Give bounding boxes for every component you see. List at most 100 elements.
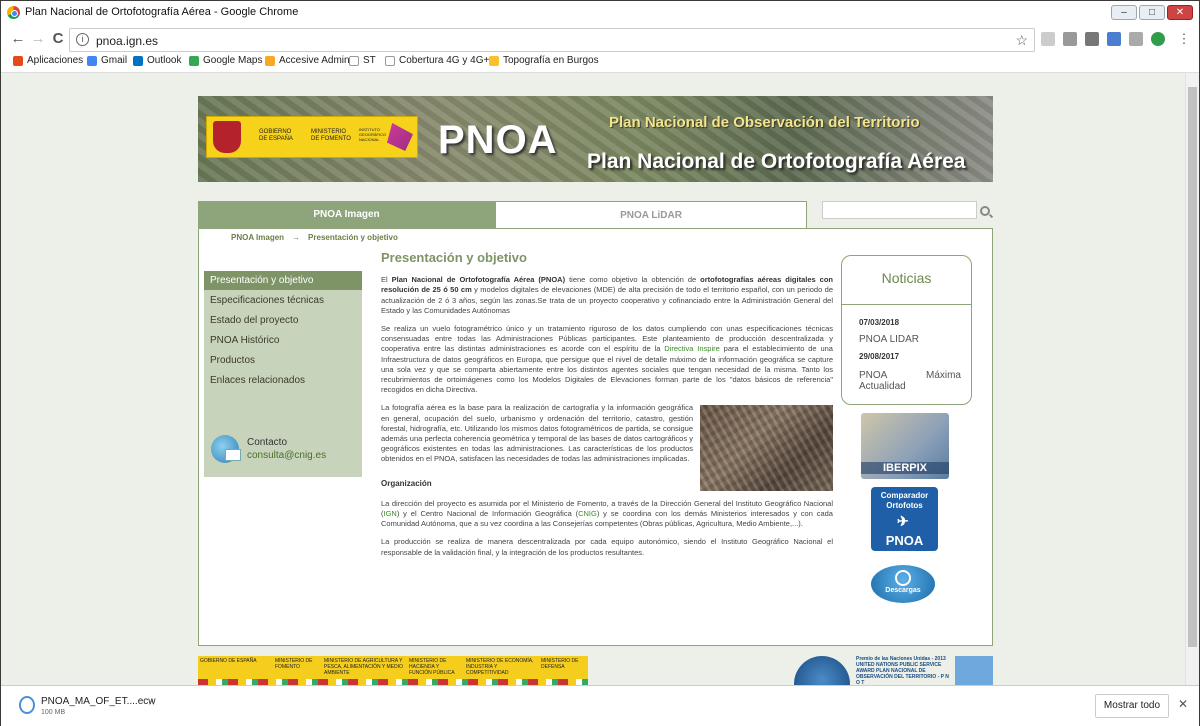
extension-icon[interactable] bbox=[1129, 32, 1143, 46]
ign-link[interactable]: IGN bbox=[384, 509, 397, 518]
footer-ministry-logos: GOBIERNO DE ESPAÑA MINISTERIO DE FOMENTO… bbox=[198, 656, 588, 685]
globe-icon bbox=[794, 656, 850, 685]
bookmark-star-icon[interactable]: ☆ bbox=[1015, 32, 1028, 49]
news-box: Noticias 07/03/2018 PNOA LIDAR 29/08/201… bbox=[841, 255, 972, 405]
breadcrumb-arrow-icon: → bbox=[292, 233, 301, 242]
banner-title: Plan Nacional de Ortofotografía Aérea bbox=[587, 150, 966, 173]
bookmark-gmail[interactable]: Gmail bbox=[87, 55, 127, 66]
sidebar-item-presentacion[interactable]: Presentación y objetivo bbox=[204, 271, 362, 290]
apps-icon bbox=[13, 55, 23, 66]
cnig-logo-icon bbox=[387, 123, 413, 151]
page-title: Presentación y objetivo bbox=[381, 250, 527, 265]
chrome-logo-icon bbox=[7, 6, 20, 19]
sidebar-item-estado[interactable]: Estado del proyecto bbox=[204, 311, 362, 330]
spain-coat-of-arms-icon bbox=[213, 121, 241, 153]
news-title: Noticias bbox=[881, 270, 932, 286]
bookmark-cobertura[interactable]: Cobertura 4G y 4G+... bbox=[385, 55, 498, 66]
extension-icon[interactable] bbox=[1041, 32, 1055, 46]
pnoa-logo: PNOA bbox=[438, 118, 558, 162]
download-file-icon bbox=[19, 696, 35, 714]
breadcrumb: PNOA Imagen → Presentación y objetivo bbox=[231, 233, 398, 242]
sidebar-item-enlaces[interactable]: Enlaces relacionados bbox=[204, 371, 362, 390]
cnig-link[interactable]: CNIG bbox=[578, 509, 597, 518]
gobierno-logo: GOBIERNO DE ESPAÑA MINISTERIO DE FOMENTO… bbox=[206, 116, 418, 158]
maps-icon bbox=[189, 55, 199, 66]
page-icon bbox=[385, 55, 395, 66]
breadcrumb-home[interactable]: PNOA Imagen bbox=[231, 233, 284, 242]
bookmark-accesive-admin[interactable]: Accesive Admin bbox=[265, 55, 350, 66]
maximize-button[interactable]: □ bbox=[1139, 5, 1165, 20]
globe-icon bbox=[895, 570, 911, 586]
comparador-ortofotos-banner[interactable]: Comparador Ortofotos ✈ PNOA bbox=[871, 487, 938, 551]
menu-icon[interactable]: ⋮ bbox=[1175, 30, 1193, 48]
outlook-icon bbox=[133, 55, 143, 66]
download-filename[interactable]: PNOA_MA_OF_ET....ecw bbox=[41, 696, 155, 707]
bookmarks-bar: Aplicaciones Gmail Outlook Google Maps A… bbox=[1, 55, 1199, 73]
banner-subtitle: Plan Nacional de Observación del Territo… bbox=[609, 114, 920, 131]
paragraph-intro: El Plan Nacional de Ortofotografía Aérea… bbox=[381, 275, 833, 315]
title-bar: Plan Nacional de Ortofotografía Aérea - … bbox=[1, 1, 1199, 25]
google-icon bbox=[87, 55, 97, 66]
admin-icon bbox=[265, 55, 275, 66]
bookmark-st[interactable]: ST bbox=[349, 55, 376, 66]
address-bar[interactable]: i pnoa.ign.es ☆ bbox=[69, 28, 1035, 52]
aerial-photo bbox=[700, 405, 833, 492]
browser-toolbar: ← → C i pnoa.ign.es ☆ ⋮ bbox=[1, 25, 1199, 55]
paragraph-inspire: Se realiza un vuelo fotogramétrico único… bbox=[381, 324, 833, 395]
download-size: 100 MB bbox=[41, 709, 66, 716]
news-item-maxima-actualidad[interactable]: PNOA Máxima Actualidad bbox=[859, 370, 961, 392]
un-logo-icon bbox=[955, 656, 993, 685]
info-icon[interactable]: i bbox=[76, 33, 89, 46]
main-content: Presentación y objetivo El Plan Nacional… bbox=[381, 250, 833, 566]
search-icon[interactable] bbox=[980, 206, 990, 216]
download-bar: PNOA_MA_OF_ET....ecw 100 MB ^ Mostrar to… bbox=[1, 685, 1199, 726]
descargas-button[interactable]: Descargas bbox=[871, 565, 935, 603]
paragraph-produccion: La producción se realiza de manera desce… bbox=[381, 537, 833, 557]
sidebar-item-productos[interactable]: Productos bbox=[204, 351, 362, 370]
window-title: Plan Nacional de Ortofotografía Aérea - … bbox=[25, 6, 299, 18]
un-award-badge: Premio de las Naciones Unidas - 2013 UNI… bbox=[794, 656, 994, 685]
reload-button[interactable]: C bbox=[49, 30, 67, 48]
airplane-icon: ✈ bbox=[897, 513, 909, 529]
sidebar-item-especificaciones[interactable]: Especificaciones técnicas bbox=[204, 291, 362, 310]
main-panel: PNOA Imagen → Presentación y objetivo Pr… bbox=[198, 228, 993, 646]
page-viewport: GOBIERNO DE ESPAÑA MINISTERIO DE FOMENTO… bbox=[1, 73, 1186, 685]
chevron-up-icon[interactable]: ^ bbox=[149, 699, 154, 711]
profile-extension-icon[interactable] bbox=[1151, 32, 1165, 46]
contact-label: Contacto bbox=[247, 437, 288, 448]
news-item-lidar[interactable]: PNOA LIDAR bbox=[859, 334, 961, 345]
search-input[interactable] bbox=[822, 201, 977, 219]
bookmark-google-maps[interactable]: Google Maps bbox=[189, 55, 262, 66]
breadcrumb-current[interactable]: Presentación y objetivo bbox=[308, 233, 398, 242]
camera-extension-icon[interactable] bbox=[1085, 32, 1099, 46]
tab-pnoa-lidar[interactable]: PNOA LiDAR bbox=[495, 201, 807, 228]
bookmark-topografia[interactable]: Topografía en Burgos bbox=[489, 55, 599, 66]
sidebar: Presentación y objetivo Especificaciones… bbox=[204, 271, 362, 477]
close-window-button[interactable]: ✕ bbox=[1167, 5, 1193, 20]
url-text[interactable]: pnoa.ign.es bbox=[96, 34, 158, 48]
sidebar-item-historico[interactable]: PNOA Histórico bbox=[204, 331, 362, 350]
iberpix-banner[interactable]: IBERPIX bbox=[861, 413, 949, 479]
paragraph-organizacion: La dirección del proyecto es asumida por… bbox=[381, 498, 833, 529]
close-download-bar-icon[interactable]: ✕ bbox=[1178, 697, 1188, 711]
paragraph-fotografia: La fotografía aérea es la base para la r… bbox=[381, 403, 693, 464]
tabs: PNOA Imagen PNOA LiDAR bbox=[198, 201, 808, 228]
news-date: 07/03/2018 bbox=[859, 318, 900, 327]
bookmark-outlook[interactable]: Outlook bbox=[133, 55, 181, 66]
bookmark-apps[interactable]: Aplicaciones bbox=[13, 55, 83, 66]
translate-extension-icon[interactable] bbox=[1107, 32, 1121, 46]
directiva-inspire-link[interactable]: Directiva Inspire bbox=[664, 344, 720, 353]
contact-email-link[interactable]: consulta@cnig.es bbox=[247, 450, 326, 461]
show-all-downloads-button[interactable]: Mostrar todo bbox=[1095, 694, 1169, 718]
folder-icon bbox=[349, 55, 359, 66]
back-button[interactable]: ← bbox=[9, 30, 27, 48]
extension-icon[interactable] bbox=[1063, 32, 1077, 46]
contact-mail-icon bbox=[211, 435, 241, 463]
forward-button[interactable]: → bbox=[29, 30, 47, 48]
minimize-button[interactable]: – bbox=[1111, 5, 1137, 20]
vertical-scrollbar[interactable] bbox=[1185, 73, 1198, 685]
news-date: 29/08/2017 bbox=[859, 352, 900, 361]
browser-window: Plan Nacional de Ortofotografía Aérea - … bbox=[0, 0, 1200, 726]
tab-pnoa-imagen[interactable]: PNOA Imagen bbox=[198, 201, 495, 228]
pa-icon bbox=[489, 55, 499, 66]
